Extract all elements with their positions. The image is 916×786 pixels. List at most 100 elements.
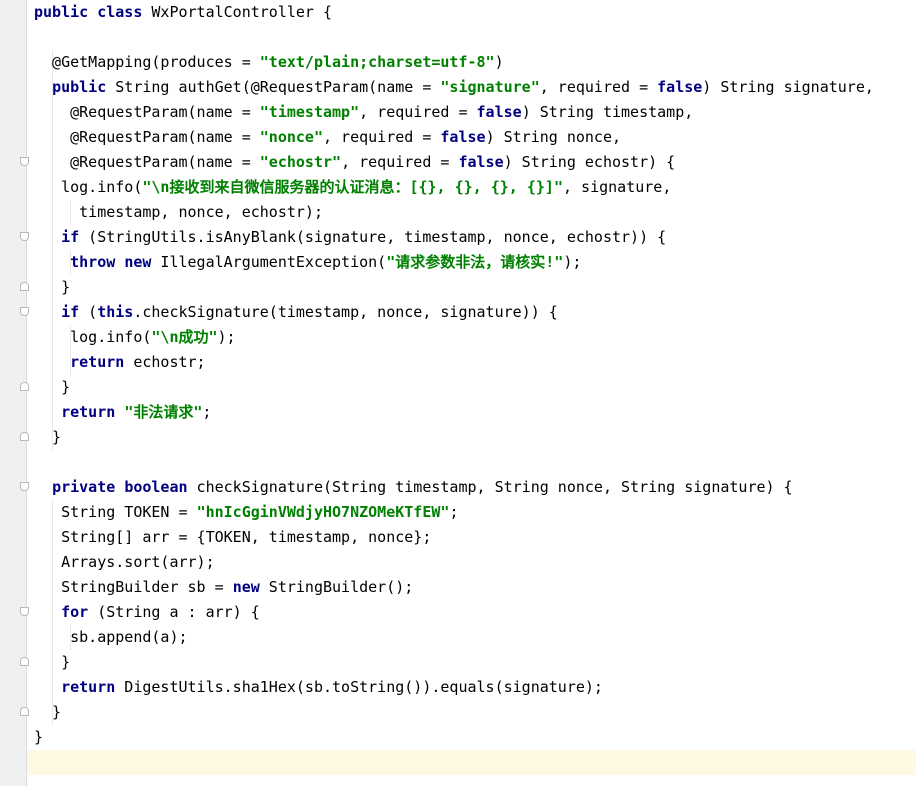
code-token: ) String nonce, [485,128,622,146]
keyword-token: class [97,3,143,21]
code-token: timestamp, nonce, echostr); [34,203,323,221]
code-line[interactable] [34,25,916,50]
code-token: (StringUtils.isAnyBlank(signature, times… [79,228,667,246]
string-token: "text/plain;charset=utf-8" [259,53,495,71]
fold-marker-icon[interactable] [20,657,29,666]
code-line[interactable]: return DigestUtils.sha1Hex(sb.toString()… [34,675,916,700]
code-line[interactable]: } [34,650,916,675]
fold-marker-icon[interactable] [20,482,29,491]
code-token: checkSignature(String timestamp, String … [187,478,793,496]
code-token: sb.append(a); [34,628,188,646]
code-token: , required = [539,78,658,96]
code-token: .checkSignature(timestamp, nonce, signat… [133,303,558,321]
code-line[interactable]: StringBuilder sb = new StringBuilder(); [34,575,916,600]
code-token: log.info( [34,178,143,196]
code-token: , signature, [563,178,672,196]
code-line[interactable]: public String authGet(@RequestParam(name… [34,75,916,100]
keyword-token: if [61,228,80,246]
keyword-token: false [440,128,486,146]
code-token: } [34,278,71,296]
fold-marker-icon[interactable] [20,232,29,241]
keyword-token: return [70,353,125,371]
fold-marker-icon[interactable] [20,282,29,291]
code-line[interactable]: return "非法请求"; [34,400,916,425]
code-line[interactable]: } [34,425,916,450]
fold-marker-icon[interactable] [20,432,29,441]
string-token: "\n接收到来自微信服务器的认证消息：[{}, {}, {}, {}]" [142,178,563,196]
code-line[interactable]: Arrays.sort(arr); [34,550,916,575]
fold-marker-icon[interactable] [20,607,29,616]
code-line[interactable]: timestamp, nonce, echostr); [34,200,916,225]
keyword-token: for [61,603,89,621]
code-token: String authGet(@RequestParam(name = [106,78,441,96]
code-line[interactable]: } [34,700,916,725]
code-line[interactable]: sb.append(a); [34,625,916,650]
code-line[interactable]: @GetMapping(produces = "text/plain;chars… [34,50,916,75]
gutter-separator [26,0,27,786]
keyword-token: return [61,678,116,696]
fold-marker-icon[interactable] [20,307,29,316]
keyword-token: public [52,78,107,96]
code-token: ); [563,253,582,271]
code-token: @RequestParam(name = [34,103,260,121]
editor-gutter[interactable] [0,0,26,786]
code-line[interactable]: String[] arr = {TOKEN, timestamp, nonce}… [34,525,916,550]
code-line[interactable]: public class WxPortalController { [34,0,916,25]
code-token: } [34,703,62,721]
code-line[interactable]: String TOKEN = "hnIcGginVWdjyHO7NZOMeKTf… [34,500,916,525]
string-token: "非法请求" [124,403,203,421]
code-line[interactable]: throw new IllegalArgumentException("请求参数… [34,250,916,275]
code-line[interactable]: } [34,725,916,750]
code-token: , required = [359,103,477,121]
code-line[interactable] [34,450,916,475]
code-line[interactable]: if (this.checkSignature(timestamp, nonce… [34,300,916,325]
code-line[interactable]: private boolean checkSignature(String ti… [34,475,916,500]
code-token: ) String echostr) { [503,153,676,171]
code-line[interactable]: } [34,275,916,300]
fold-marker-icon[interactable] [20,707,29,716]
string-token: "signature" [440,78,540,96]
code-token: WxPortalController { [142,3,333,21]
code-token: } [34,653,71,671]
code-token: ) String signature, [702,78,874,96]
keyword-token: new [124,253,152,271]
code-token: (String a : arr) { [88,603,260,621]
keyword-token: public [34,3,89,21]
code-line[interactable]: @RequestParam(name = "nonce", required =… [34,125,916,150]
code-token: log.info( [34,328,152,346]
code-line[interactable]: for (String a : arr) { [34,600,916,625]
code-line[interactable]: if (StringUtils.isAnyBlank(signature, ti… [34,225,916,250]
code-line[interactable]: @RequestParam(name = "echostr", required… [34,150,916,175]
code-token: String[] arr = {TOKEN, timestamp, nonce}… [34,528,432,546]
code-line[interactable]: @RequestParam(name = "timestamp", requir… [34,100,916,125]
string-token: "\n成功" [151,328,218,346]
code-token: Arrays.sort(arr); [34,553,215,571]
code-line[interactable]: log.info("\n成功"); [34,325,916,350]
code-token: ); [217,328,236,346]
code-line[interactable]: } [34,375,916,400]
keyword-token: false [476,103,522,121]
code-line[interactable]: return echostr; [34,350,916,375]
fold-marker-icon[interactable] [20,157,29,166]
code-line[interactable] [34,750,916,775]
code-token: } [34,428,62,446]
fold-marker-icon[interactable] [20,382,29,391]
code-token: IllegalArgumentException( [151,253,387,271]
keyword-token: this [97,303,134,321]
code-token: ; [202,403,212,421]
code-line[interactable]: log.info("\n接收到来自微信服务器的认证消息：[{}, {}, {},… [34,175,916,200]
string-token: "nonce" [259,128,323,146]
code-editor[interactable]: public class WxPortalController { @GetMa… [34,0,916,786]
code-token: @RequestParam(name = [34,128,260,146]
code-token: @GetMapping(produces = [34,53,260,71]
keyword-token: if [61,303,80,321]
